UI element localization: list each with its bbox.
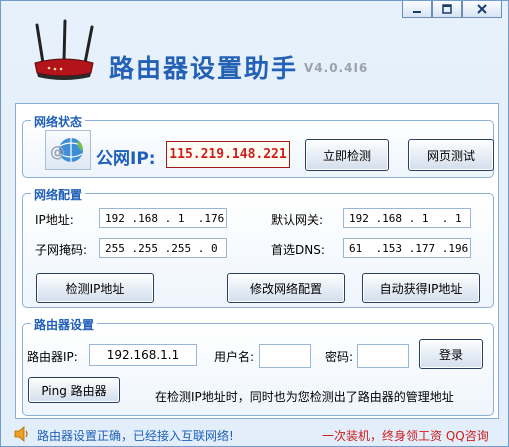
svg-text:@: @ [50, 143, 65, 161]
dns-field[interactable]: 61 .153 .177 .196 [343, 238, 471, 258]
router-message: 在检测IP地址时，同时也为您检测出了路由器的管理地址 [155, 390, 454, 404]
ping-router-button[interactable]: Ping 路由器 [28, 377, 120, 403]
web-test-button[interactable]: 网页测试 [408, 139, 494, 171]
network-status-group: 网络状态 @ 公网IP: 115.219.148.221 立即检测 网页测试 [22, 113, 494, 178]
auto-ip-button[interactable]: 自动获得IP地址 [362, 273, 480, 303]
network-config-legend: 网络配置 [31, 186, 86, 203]
router-icon [34, 19, 94, 80]
maximize-icon [442, 4, 452, 14]
router-ip-label: 路由器IP: [27, 350, 78, 364]
router-settings-group: 路由器设置 路由器IP: 192.168.1.1 用户名: 密码: 登录 Pin… [22, 316, 494, 416]
public-ip-value: 115.219.148.221 [166, 141, 290, 168]
window-controls [402, 1, 502, 18]
subnet-mask-field[interactable]: 255 .255 .255 . 0 [99, 238, 227, 258]
ip-address-label: IP地址: [35, 213, 74, 227]
modify-config-button[interactable]: 修改网络配置 [227, 273, 345, 303]
status-text: 路由器设置正确，已经接入互联网络! [37, 429, 234, 443]
public-ip-label: 公网IP: [96, 149, 156, 169]
subnet-mask-label: 子网掩码: [35, 243, 88, 257]
maximize-button[interactable] [432, 1, 462, 18]
main-panel: 网络状态 @ 公网IP: 115.219.148.221 立即检测 网页测试 网… [15, 103, 499, 419]
app-version: V4.0.4I6 [304, 61, 369, 75]
password-field[interactable] [357, 344, 409, 368]
promo-link[interactable]: 一次装机，终身领工资 QQ咨询 [322, 427, 489, 444]
minimize-icon [413, 11, 421, 13]
gateway-field[interactable]: 192 .168 . 1 . 1 [343, 208, 471, 228]
username-label: 用户名: [214, 350, 255, 364]
close-button[interactable] [462, 1, 502, 18]
detect-ip-button[interactable]: 检测IP地址 [36, 273, 154, 303]
network-status-legend: 网络状态 [31, 113, 86, 130]
close-icon [477, 4, 487, 14]
app-title: 路由器设置助手 [109, 54, 299, 83]
minimize-button[interactable] [402, 1, 432, 18]
router-settings-legend: 路由器设置 [31, 316, 98, 333]
username-field[interactable] [259, 344, 311, 368]
gateway-label: 默认网关: [271, 213, 324, 227]
ip-address-field[interactable]: 192 .168 . 1 .176 [99, 208, 227, 228]
network-config-group: 网络配置 IP地址: 192 .168 . 1 .176 默认网关: 192 .… [22, 186, 494, 308]
network-globe-icon: @ [45, 130, 91, 170]
speaker-icon [14, 426, 28, 442]
dns-label: 首选DNS: [271, 243, 325, 257]
router-ip-field[interactable]: 192.168.1.1 [89, 344, 197, 366]
password-label: 密码: [325, 350, 354, 364]
app-window: 路由器设置助手 V4.0.4I6 网络状态 @ 公网IP: 115.219.14… [0, 0, 509, 447]
status-bar: 路由器设置正确，已经接入互联网络! 一次装机，终身领工资 QQ咨询 [1, 421, 508, 447]
detect-now-button[interactable]: 立即检测 [305, 139, 389, 171]
login-button[interactable]: 登录 [419, 339, 483, 369]
